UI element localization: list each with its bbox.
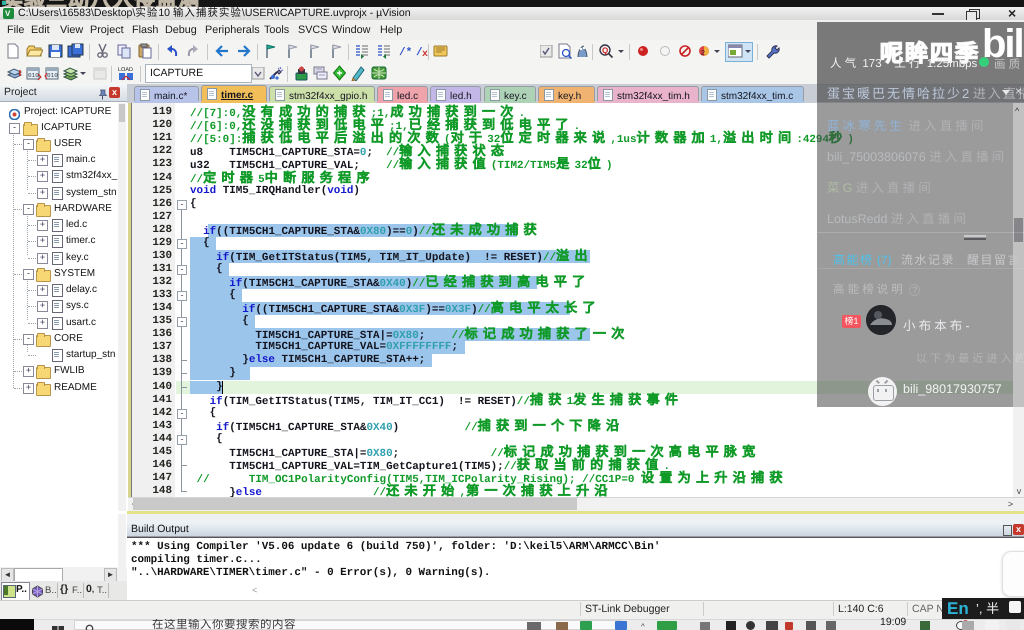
svg-text:Q: Q bbox=[602, 46, 608, 55]
svg-text:010: 010 bbox=[47, 72, 58, 79]
svg-text:/*: /* bbox=[399, 47, 412, 59]
svg-text:010: 010 bbox=[28, 72, 39, 79]
svg-text:LOAD: LOAD bbox=[118, 67, 133, 73]
svg-text:2: 2 bbox=[701, 50, 705, 57]
